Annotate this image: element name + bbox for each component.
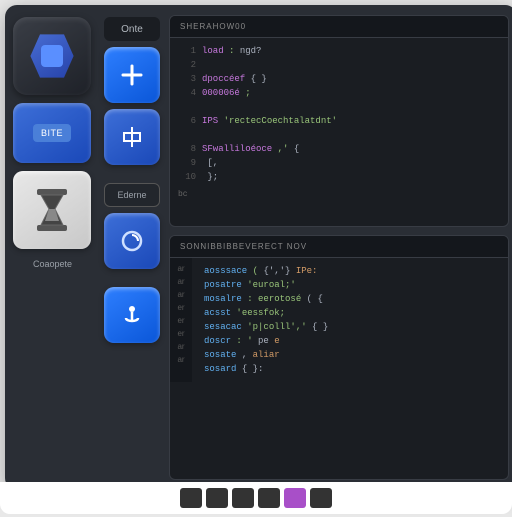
code-panel-bottom: SONNIBBIBBEVERECT NOV arararerererarar a… [169,235,509,480]
badge-label: BITE [33,124,71,142]
key[interactable] [206,488,228,508]
hourglass-button[interactable] [13,171,91,249]
key-accent[interactable] [284,488,306,508]
anchor-icon [119,302,145,328]
plus-icon [119,62,145,88]
plus-button[interactable] [104,47,160,103]
hex-icon [28,32,76,80]
align-center-icon [118,123,146,151]
refresh-icon [119,228,145,254]
logo-button[interactable] [13,17,91,95]
code-panel-top: SHERAHOW00 1load : ngd?2 3dpoccéef { }40… [169,15,509,227]
outline-pill[interactable]: Ederne [104,183,160,207]
key[interactable] [180,488,202,508]
refresh-button[interactable] [104,213,160,269]
hourglass-caption: Coaopete [13,259,92,269]
key[interactable] [258,488,280,508]
panel-top-title: SHERAHOW00 [170,16,508,38]
panel-bottom-title: SONNIBBIBBEVERECT NOV [170,236,508,258]
align-button[interactable] [104,109,160,165]
keyboard-bar [0,482,512,514]
anchor-button[interactable] [104,287,160,343]
hourglass-icon [33,187,71,233]
badge-button[interactable]: BITE [13,103,91,163]
key[interactable] [310,488,332,508]
key[interactable] [232,488,254,508]
code-body-bottom[interactable]: arararerererarar aosssace ( {','} IPe:po… [170,258,508,382]
top-pill[interactable]: Onte [104,17,160,41]
code-body-top[interactable]: 1load : ngd?2 3dpoccéef { }4000006é ; 6I… [170,38,508,208]
